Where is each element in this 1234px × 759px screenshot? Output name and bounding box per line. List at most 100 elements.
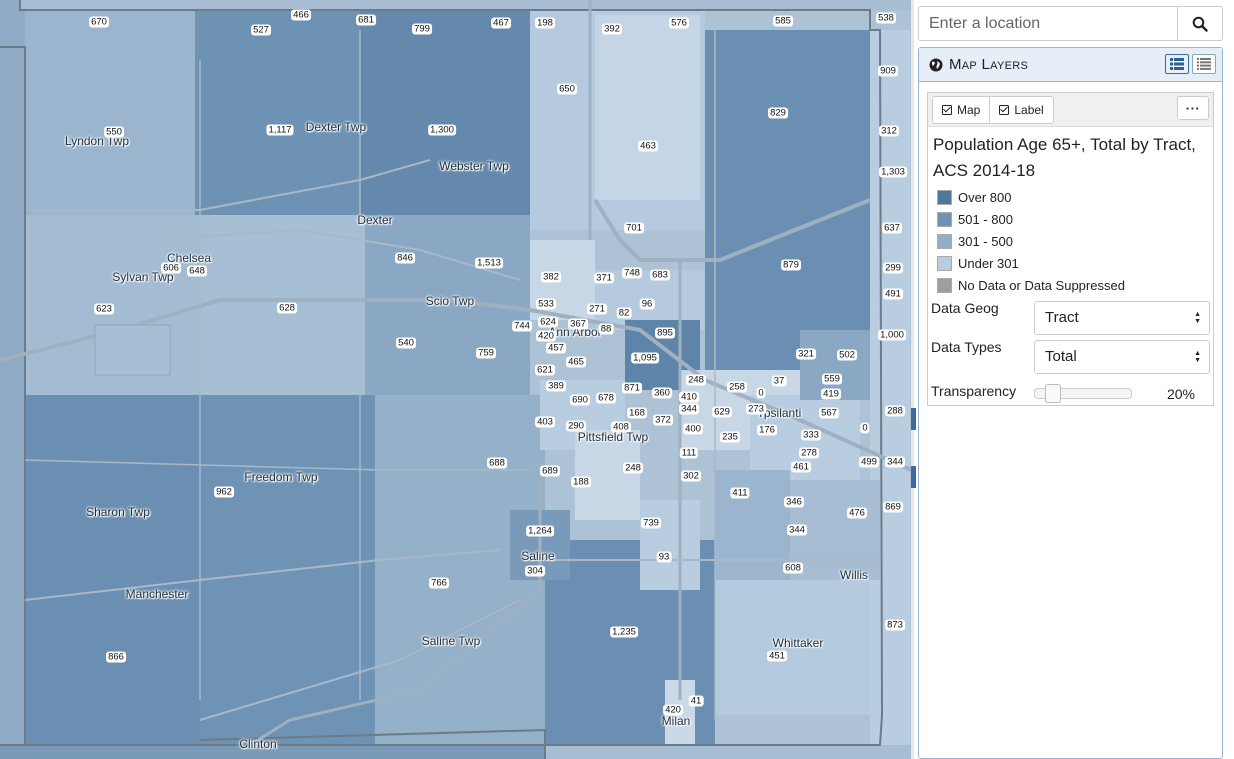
tract-value-label: 258 xyxy=(727,381,747,393)
data-types-label: Data Types xyxy=(931,339,1002,355)
tract-value-label: 689 xyxy=(540,465,560,477)
tract-value-label: 278 xyxy=(799,447,819,459)
legend-swatch xyxy=(937,255,952,271)
tract-value-label: 608 xyxy=(783,562,803,574)
tract-value-label: 466 xyxy=(291,9,311,21)
search-icon xyxy=(1192,16,1208,32)
tract-value-label: 302 xyxy=(681,470,701,482)
compact-list-view-button[interactable] xyxy=(1192,54,1216,74)
transparency-slider-handle[interactable] xyxy=(1045,384,1061,403)
panel-splitter[interactable] xyxy=(911,0,914,759)
tract-value-label: 502 xyxy=(837,349,857,361)
checkbox-checked-icon xyxy=(999,105,1010,115)
tract-value-label: 1,300 xyxy=(428,124,456,136)
transparency-label: Transparency xyxy=(931,383,1017,399)
tract-value-label: 621 xyxy=(535,364,555,376)
legend-label: No Data or Data Suppressed xyxy=(958,277,1125,293)
tract-value-label: 670 xyxy=(89,16,109,28)
tract-value-label: 690 xyxy=(570,394,590,406)
tract-value-label: 321 xyxy=(796,348,816,360)
map-toggle-button[interactable]: Map xyxy=(932,96,991,124)
map-layers-title: Map Layers xyxy=(949,56,1029,73)
tract-value-label: 235 xyxy=(720,431,740,443)
tract-value-label: 648 xyxy=(187,265,207,277)
more-options-button[interactable]: ··· xyxy=(1177,96,1209,120)
legend: Over 800 501 - 800 301 - 500 Under 301 N… xyxy=(928,184,1213,296)
data-geog-label: Data Geog xyxy=(931,300,999,316)
tract-value-label: 499 xyxy=(859,456,879,468)
tract-value-label: 846 xyxy=(395,252,415,264)
legend-item: 501 - 800 xyxy=(937,208,1213,230)
globe-icon xyxy=(929,58,943,71)
legend-item: 301 - 500 xyxy=(937,230,1213,252)
tract-value-label: 681 xyxy=(356,14,376,26)
tract-value-label: 766 xyxy=(429,577,449,589)
tract-value-label: 739 xyxy=(641,517,661,529)
data-geog-select[interactable]: Tract ▲ ▼ xyxy=(1034,300,1210,335)
tract-value-label: 1,000 xyxy=(878,329,906,341)
ellipsis-icon: ··· xyxy=(1185,100,1201,116)
tract-value-label: 533 xyxy=(536,298,556,310)
transparency-slider[interactable] xyxy=(1034,384,1132,403)
map-toggle-label: Map xyxy=(957,103,981,117)
legend-item: No Data or Data Suppressed xyxy=(937,274,1213,296)
tract-value-label: 873 xyxy=(885,619,905,631)
tract-value-label: 463 xyxy=(638,140,658,152)
tract-value-label: 1,264 xyxy=(526,525,554,537)
tract-value-label: 550 xyxy=(104,126,124,138)
tract-value-label: 1,303 xyxy=(879,166,907,178)
tract-value-label: 382 xyxy=(541,271,561,283)
tract-value-label: 248 xyxy=(686,374,706,386)
label-toggle-label: Label xyxy=(1014,103,1044,117)
detailed-list-icon xyxy=(1170,58,1184,70)
map-view[interactable]: Lyndon Twp Dexter Twp Webster Twp Dexter… xyxy=(0,0,911,759)
tract-value-label: 367 xyxy=(568,318,588,330)
side-panel: Map Layers xyxy=(918,6,1223,759)
splitter-handle-bottom[interactable] xyxy=(911,466,916,488)
tract-value-label: 799 xyxy=(412,23,432,35)
tract-value-label: 748 xyxy=(622,267,642,279)
tract-value-label: 176 xyxy=(757,424,777,436)
legend-label: Under 301 xyxy=(958,255,1019,271)
layer-title: Population Age 65+, Total by Tract, ACS … xyxy=(933,135,1196,180)
tract-value-label: 457 xyxy=(546,342,566,354)
tract-value-label: 538 xyxy=(876,12,896,24)
tract-value-label: 93 xyxy=(656,551,672,563)
tract-value-label: 585 xyxy=(773,15,793,27)
tract-value-label: 333 xyxy=(801,429,821,441)
tract-value-label: 392 xyxy=(602,23,622,35)
splitter-handle-top[interactable] xyxy=(911,408,916,430)
layer-view-toggle xyxy=(1165,54,1216,74)
tract-value-label: 491 xyxy=(883,288,903,300)
data-types-select[interactable]: Total ▲ ▼ xyxy=(1034,339,1210,374)
tract-value-label: 628 xyxy=(277,302,297,314)
detailed-list-view-button[interactable] xyxy=(1165,54,1189,74)
tract-value-label: 871 xyxy=(622,382,642,394)
tract-value-label: 248 xyxy=(623,462,643,474)
tract-value-label: 606 xyxy=(161,262,181,274)
tract-value-label: 637 xyxy=(882,222,902,234)
search-button[interactable] xyxy=(1177,7,1222,40)
tract-value-label: 451 xyxy=(767,650,787,662)
legend-swatch xyxy=(937,189,952,205)
tract-value-label: 400 xyxy=(683,423,703,435)
tract-value-label: 623 xyxy=(94,303,114,315)
tract-value-label: 683 xyxy=(650,269,670,281)
label-toggle-button[interactable]: Label xyxy=(990,96,1054,124)
tract-value-label: 37 xyxy=(771,375,787,387)
location-search xyxy=(918,6,1223,41)
tract-value-label: 0 xyxy=(860,422,870,434)
tract-value-label: 1,117 xyxy=(266,124,294,136)
layer-toolbar: Map Label ··· xyxy=(928,93,1213,127)
compact-list-icon xyxy=(1197,58,1211,70)
location-search-input[interactable] xyxy=(919,7,1177,40)
tract-value-label: 895 xyxy=(655,327,675,339)
tract-value-label: 559 xyxy=(822,373,842,385)
legend-swatch xyxy=(937,233,952,249)
tract-value-label: 198 xyxy=(535,17,555,29)
tract-value-label: 909 xyxy=(878,65,898,77)
tract-value-label: 1,513 xyxy=(475,257,503,269)
transparency-value: 20% xyxy=(1166,386,1195,402)
tract-value-label: 360 xyxy=(652,387,672,399)
select-arrows-icon: ▲ ▼ xyxy=(1194,349,1201,364)
